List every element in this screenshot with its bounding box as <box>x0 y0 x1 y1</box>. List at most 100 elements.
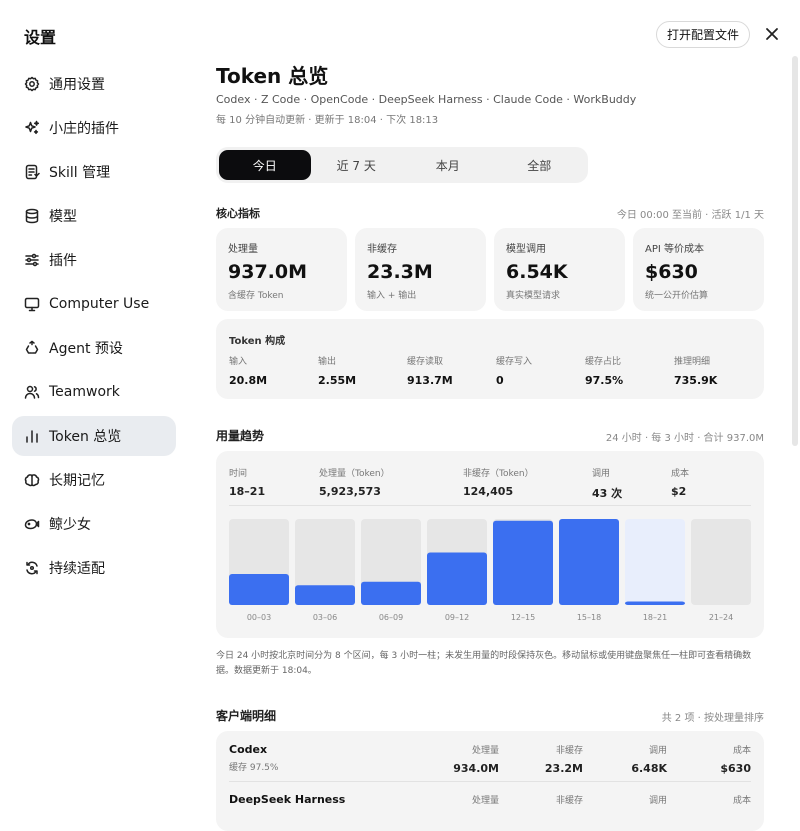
client-row[interactable]: DeepSeek Harness 处理量 非缓存 调用 成本 <box>216 781 764 831</box>
bar-chart-icon <box>24 428 40 444</box>
sidebar-item-label: Computer Use <box>49 296 150 312</box>
sidebar-item-agent-presets[interactable]: Agent 预设 <box>12 328 176 368</box>
composition-item-reasoning: 推理明细 735.9K <box>674 354 717 387</box>
client-col-value: $630 <box>720 762 751 775</box>
users-icon <box>24 384 40 400</box>
client-col-label: 调用 <box>648 746 667 756</box>
sidebar-item-continuous-adaptation[interactable]: 持续适配 <box>12 548 176 588</box>
sidebar-item-general[interactable]: 通用设置 <box>12 64 176 104</box>
client-details-meta: 共 2 项 · 按处理量排序 <box>661 713 764 724</box>
bar[interactable] <box>427 552 487 605</box>
bar[interactable] <box>229 574 289 605</box>
kpi-label: 处理量 <box>228 244 258 255</box>
kpi-label: 非缓存 <box>367 244 397 255</box>
refresh-icon <box>24 560 40 576</box>
sidebar: 设置 通用设置 小庄的插件 Skill 管理 模型 插件 Computer Us… <box>0 0 196 800</box>
clients-line: Codex · Z Code · OpenCode · DeepSeek Har… <box>216 93 637 106</box>
kpi-card-api-cost: API 等价成本 $630 统一公开价估算 <box>633 228 764 311</box>
whale-icon <box>24 516 40 532</box>
sidebar-item-token-overview[interactable]: Token 总览 <box>12 416 176 456</box>
kpi-value: 23.3M <box>367 261 433 283</box>
sidebar-item-plugins-xiaozhuang[interactable]: 小庄的插件 <box>12 108 176 148</box>
close-icon[interactable] <box>762 24 782 44</box>
monitor-icon <box>24 296 40 312</box>
bar[interactable] <box>361 581 421 605</box>
composition-label: 输出 <box>318 357 337 367</box>
range-tabs: 今日 近 7 天 本月 全部 <box>216 147 588 183</box>
usage-trend-title: 用量趋势 <box>216 429 265 443</box>
sidebar-item-label: 模型 <box>49 209 77 225</box>
sidebar-item-label: 持续适配 <box>49 561 105 577</box>
client-row[interactable]: Codex 缓存 97.5% 处理量 934.0M 非缓存 23.2M 调用 6… <box>216 731 764 781</box>
kpi-sub: 含缓存 Token <box>228 291 284 301</box>
open-config-button[interactable]: 打开配置文件 <box>656 21 750 48</box>
trend-note: 今日 24 小时按北京时间分为 8 个区间，每 3 小时一柱；未发生用量的时段保… <box>216 651 752 676</box>
sidebar-item-label: 鲸少女 <box>49 517 91 533</box>
kpi-sub: 统一公开价估算 <box>645 291 709 301</box>
kpi-value: $630 <box>645 261 698 283</box>
gear-icon <box>24 76 40 92</box>
database-icon <box>24 208 40 224</box>
x-tick-label: 15–18 <box>577 613 601 622</box>
composition-item-cache-ratio: 缓存占比 97.5% <box>585 354 623 387</box>
sidebar-item-models[interactable]: 模型 <box>12 196 176 236</box>
sidebar-item-label: Skill 管理 <box>49 165 111 181</box>
client-details-title: 客户端明细 <box>216 709 277 723</box>
x-tick-label: 21–24 <box>709 613 733 622</box>
composition-value: 0 <box>496 374 504 387</box>
tab-all[interactable]: 全部 <box>494 150 586 180</box>
composition-label: 缓存读取 <box>407 357 444 367</box>
brain-icon <box>24 472 40 488</box>
client-cache-ratio: 缓存 97.5% <box>229 763 279 773</box>
sidebar-title: 设置 <box>24 28 57 47</box>
kpi-card-non-cached: 非缓存 23.3M 输入 + 输出 <box>355 228 486 311</box>
scrollbar[interactable] <box>792 56 798 446</box>
bar[interactable] <box>295 585 355 605</box>
x-tick-label: 12–15 <box>511 613 535 622</box>
x-tick-label: 06–09 <box>379 613 403 622</box>
kpi-label: API 等价成本 <box>645 244 704 255</box>
sidebar-item-label: 小庄的插件 <box>49 121 119 137</box>
tab-today[interactable]: 今日 <box>219 150 311 180</box>
sliders-icon <box>24 252 40 268</box>
client-col-label: 处理量 <box>471 746 499 756</box>
usage-trend-meta: 24 小时 · 每 3 小时 · 合计 937.0M <box>605 433 764 444</box>
recycle-icon <box>24 340 40 356</box>
client-details-card: Codex 缓存 97.5% 处理量 934.0M 非缓存 23.2M 调用 6… <box>216 731 764 831</box>
bar-track[interactable] <box>691 519 751 605</box>
x-tick-label: 18–21 <box>643 613 667 622</box>
composition-item-output: 输出 2.55M <box>318 354 356 387</box>
sidebar-item-teamwork[interactable]: Teamwork <box>12 372 176 412</box>
sidebar-item-label: 插件 <box>49 253 77 269</box>
usage-bar-chart: 00–03 03–06 06–09 09–12 12–15 15–18 18–21 21–24 <box>229 519 751 622</box>
skill-doc-icon <box>24 164 40 180</box>
sidebar-nav: 通用设置 小庄的插件 Skill 管理 模型 插件 Computer Use A… <box>12 64 176 592</box>
kpi-label: 模型调用 <box>506 244 546 255</box>
tab-this-month[interactable]: 本月 <box>402 150 494 180</box>
composition-value: 2.55M <box>318 374 357 387</box>
client-col-value: 6.48K <box>631 762 667 775</box>
client-col-processed: 处理量 934.0M <box>453 743 499 775</box>
composition-value: 20.8M <box>229 374 268 387</box>
tab-last-7-days[interactable]: 近 7 天 <box>311 150 403 180</box>
bar-track[interactable] <box>625 519 685 605</box>
sidebar-item-label: 通用设置 <box>49 77 105 93</box>
page-title: Token 总览 <box>216 64 329 88</box>
composition-value: 97.5% <box>585 374 624 387</box>
sidebar-item-long-term-memory[interactable]: 长期记忆 <box>12 460 176 500</box>
bar[interactable] <box>625 601 685 605</box>
token-composition-title: Token 构成 <box>229 336 286 347</box>
bar[interactable] <box>493 520 553 605</box>
sidebar-item-skills[interactable]: Skill 管理 <box>12 152 176 192</box>
x-tick-label: 00–03 <box>247 613 271 622</box>
sidebar-item-computer-use[interactable]: Computer Use <box>12 284 176 324</box>
sidebar-item-plugins[interactable]: 插件 <box>12 240 176 280</box>
sidebar-item-whale-girl[interactable]: 鲸少女 <box>12 504 176 544</box>
client-col-label: 非缓存 <box>555 746 583 756</box>
composition-label: 推理明细 <box>674 357 711 367</box>
core-metrics-meta: 今日 00:00 至当前 · 活跃 1/1 天 <box>616 210 764 221</box>
core-metrics-title: 核心指标 <box>216 207 260 220</box>
composition-item-input: 输入 20.8M <box>229 354 267 387</box>
bar[interactable] <box>559 519 619 605</box>
composition-label: 缓存占比 <box>585 357 622 367</box>
